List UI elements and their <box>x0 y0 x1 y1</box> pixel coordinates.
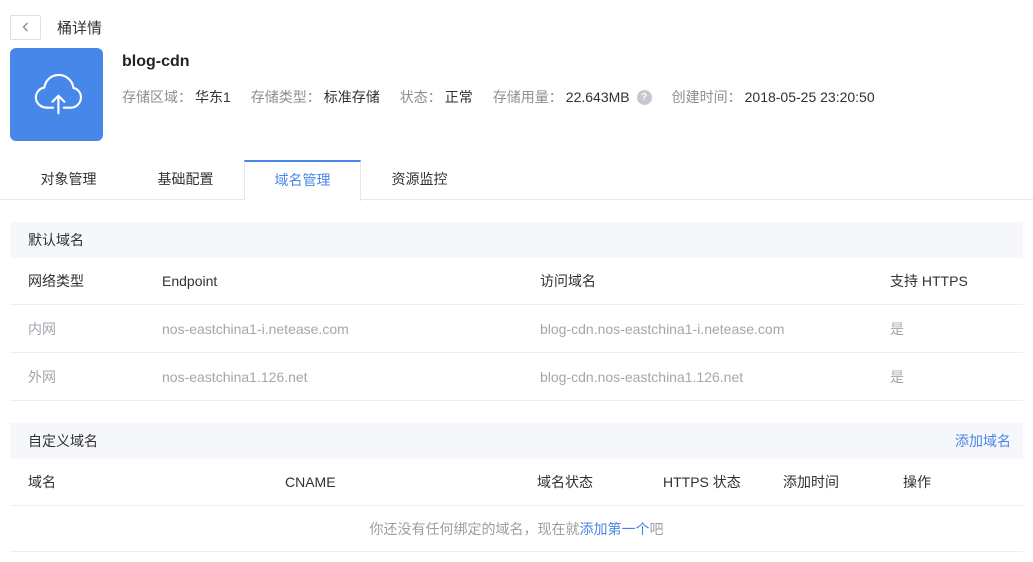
table-cell: 内网 <box>28 320 56 337</box>
info-value: 华东1 <box>195 89 231 105</box>
bucket-info-item: 状态： 正常 <box>400 87 473 107</box>
info-value: 22.643MB <box>565 89 630 105</box>
bucket-cloud-upload-icon <box>10 48 103 141</box>
table-row: 外网 nos-eastchina1.126.net blog-cdn.nos-eas… <box>10 353 1023 401</box>
column-header: 操作 <box>903 474 931 490</box>
table-cell: 是 <box>890 320 904 337</box>
column-header: 域名状态 <box>537 474 593 490</box>
tab-bar: 对象管理 基础配置 域名管理 资源监控 <box>0 160 1033 201</box>
empty-state-text-suffix: 吧 <box>649 520 664 537</box>
custom-domain-table: 域名 CNAME 域名状态 HTTPS 状态 添加时间 操作 <box>10 459 1023 506</box>
info-value: 正常 <box>444 89 473 105</box>
bucket-info-row: 存储区域： 华东1 存储类型： 标准存储 状态： 正常 存储用量： 22.643MB? 创建时间… <box>122 87 1023 107</box>
custom-domain-empty-state: 你还没有任何绑定的域名，现在就 添加第一个吧 <box>10 506 1023 552</box>
table-cell: 外网 <box>28 368 56 385</box>
bucket-info-item: 存储区域： 华东1 <box>122 87 231 107</box>
tab-domain-management[interactable]: 域名管理 <box>244 160 361 201</box>
empty-state-text: 你还没有任何绑定的域名，现在就 <box>369 520 580 537</box>
table-cell: blog-cdn.nos-eastchina1.126.net <box>540 368 744 385</box>
info-label: 创建时间： <box>671 89 742 105</box>
info-label: 存储用量： <box>492 89 563 105</box>
tab-basic-config[interactable]: 基础配置 <box>127 160 244 200</box>
help-icon[interactable]: ? <box>636 89 652 105</box>
add-domain-link[interactable]: 添加域名 <box>955 431 1011 451</box>
column-header: 网络类型 <box>28 273 84 289</box>
page-title: 桶详情 <box>57 19 103 37</box>
table-cell: 是 <box>890 368 904 385</box>
column-header: 添加时间 <box>783 474 839 490</box>
table-cell: nos-eastchina1.126.net <box>162 368 308 385</box>
info-value: 2018-05-25 23:20:50 <box>744 89 875 105</box>
column-header: HTTPS 状态 <box>663 474 741 490</box>
back-button[interactable] <box>10 14 41 40</box>
default-domain-section-title: 默认域名 <box>28 232 84 248</box>
topbar: 桶详情 <box>0 0 1033 44</box>
table-cell: nos-eastchina1-i.netease.com <box>162 320 349 337</box>
info-label: 状态： <box>399 89 442 105</box>
bucket-info-item: 创建时间： 2018-05-25 23:20:50 <box>672 87 875 107</box>
bucket-name: blog-cdn <box>122 53 190 70</box>
bucket-summary: blog-cdn 存储区域： 华东1 存储类型： 标准存储 状态： 正常 存储用量： 22.6… <box>122 48 1023 107</box>
default-domain-table: 网络类型 Endpoint 访问域名 支持 HTTPS 内网 nos-eastchina1… <box>10 258 1023 401</box>
bucket-header: blog-cdn 存储区域： 华东1 存储类型： 标准存储 状态： 正常 存储用量： 22.6… <box>10 48 1023 141</box>
column-header: Endpoint <box>162 273 218 289</box>
column-header: 支持 HTTPS <box>890 273 968 289</box>
table-row: 内网 nos-eastchina1-i.netease.com blog-cdn.n… <box>10 305 1023 353</box>
custom-domain-section-bar: 自定义域名 添加域名 <box>10 423 1023 459</box>
info-label: 存储类型： <box>250 89 321 105</box>
chevron-left-icon <box>22 22 28 32</box>
tab-resource-monitor[interactable]: 资源监控 <box>361 160 478 200</box>
tab-object-management[interactable]: 对象管理 <box>10 160 127 200</box>
table-cell: blog-cdn.nos-eastchina1-i.netease.com <box>540 320 785 337</box>
table-header-row: 域名 CNAME 域名状态 HTTPS 状态 添加时间 操作 <box>10 459 1023 506</box>
custom-domain-section-title: 自定义域名 <box>28 433 98 449</box>
default-domain-section-bar: 默认域名 <box>10 222 1023 258</box>
bucket-info-item: 存储用量： 22.643MB? <box>493 87 652 107</box>
add-first-domain-link[interactable]: 添加第一个 <box>580 519 650 539</box>
info-label: 存储区域： <box>122 89 192 105</box>
column-header: 域名 <box>28 474 56 490</box>
table-header-row: 网络类型 Endpoint 访问域名 支持 HTTPS <box>10 258 1023 305</box>
info-value: 标准存储 <box>323 89 380 105</box>
column-header: 访问域名 <box>540 273 596 289</box>
bucket-info-item: 存储类型： 标准存储 <box>251 87 380 107</box>
column-header: CNAME <box>285 474 336 490</box>
